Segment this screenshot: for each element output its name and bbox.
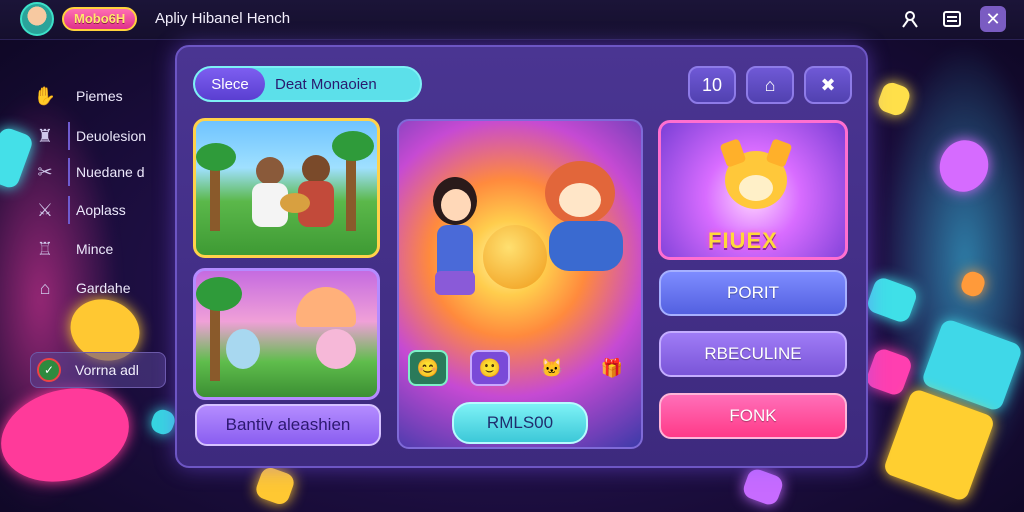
close-icon: ✖ [820,74,836,95]
recruit-button[interactable]: RBECULINE [659,331,847,377]
tree-leaves [196,277,242,311]
mushroom-cap [296,287,356,327]
reward-slot[interactable]: 😊 [408,350,448,386]
shop-icon: ⌂ [39,277,51,298]
profile-icon[interactable] [897,6,923,32]
girl-skirt [435,271,475,295]
palm-leaves [196,143,236,171]
app-title: Apliy Hibanel Hench [155,10,291,27]
gem-decoration [148,406,178,438]
tools-icon: ✂ [37,161,53,182]
status-icon: ✓ [37,358,61,382]
palm-tree [210,161,220,231]
sidebar-item-label: Deuolesion [76,128,147,144]
tree-trunk [210,301,220,381]
home-icon: ⌂ [764,74,776,95]
gem-decoration [253,465,297,507]
top-bar: Mobo6H Apliy Hibanel Hench ✕ [0,0,1024,40]
sidebar-item-nuedane[interactable]: ✂ Nuedane d [30,156,170,188]
sidebar-item-piemes[interactable]: ✋ Piemes [30,80,170,112]
creature-blue [226,329,260,369]
character-boy [256,157,284,185]
tab-slece[interactable]: Slece [195,68,265,100]
creature-pink [316,329,356,369]
girl-face [441,189,471,221]
sidebar-item-label: Nuedane d [76,164,145,180]
reward-slot[interactable]: 🐱 [532,350,572,386]
game-tile-forest[interactable] [193,118,380,258]
cat-face [739,175,773,201]
sidebar-item-deuolesion[interactable]: ♜ Deuolesion [30,120,170,152]
character-boy [302,155,330,183]
play-button[interactable]: RMLS00 [452,402,588,444]
sidebar-item-label: Gardahe [76,280,131,296]
tab-switcher: Slece Deat Monaoien [193,66,422,102]
bear-body [549,221,623,271]
gallery-button[interactable]: Bantiv aleashien [195,404,381,446]
bear-face [559,183,601,217]
castle-icon: ♖ [36,238,54,259]
game-tile-jungle[interactable] [193,268,380,400]
sidebar-item-aoplass[interactable]: ⚔ Aoplass [30,194,170,226]
guitar [280,193,310,213]
close-panel-button[interactable]: ✖ [804,66,852,104]
reward-slot[interactable]: 🎁 [592,350,632,386]
sidebar-item-label: Mince [76,241,114,257]
golden-orb [483,225,547,289]
point-button[interactable]: PORIT [659,270,847,316]
sidebar-item-mince[interactable]: ♖ Mince [30,233,170,265]
palm-tree [346,151,356,231]
sidebar-item-label: Piemes [76,88,123,104]
gem-decoration [740,466,786,508]
swords-icon: ⚔ [36,199,54,220]
counter-badge[interactable]: 10 [688,66,736,104]
featured-game-tile[interactable] [397,119,643,449]
promo-title: FIUEX [708,228,778,253]
fonk-button[interactable]: FONK [659,393,847,439]
sidebar-footer-label: Vorrna adl [75,362,139,378]
sidebar-footer-button[interactable]: ✓ Vorrna adl [30,352,166,388]
avatar[interactable] [20,2,54,36]
close-icon[interactable]: ✕ [980,6,1006,32]
brand-badge: Mobo6H [62,7,138,31]
sidebar-item-label: Aoplass [76,202,126,218]
palm-leaves [332,131,374,161]
sidebar-item-gardahe[interactable]: ⌂ Gardahe [30,272,170,304]
tab-deat-monaoien[interactable]: Deat Monaoien [265,68,377,100]
reward-slot[interactable]: 🙂 [470,350,510,386]
trophy-icon: ♜ [36,125,54,146]
list-icon[interactable] [939,6,965,32]
home-button[interactable]: ⌂ [746,66,794,104]
hand-icon: ✋ [33,85,57,106]
